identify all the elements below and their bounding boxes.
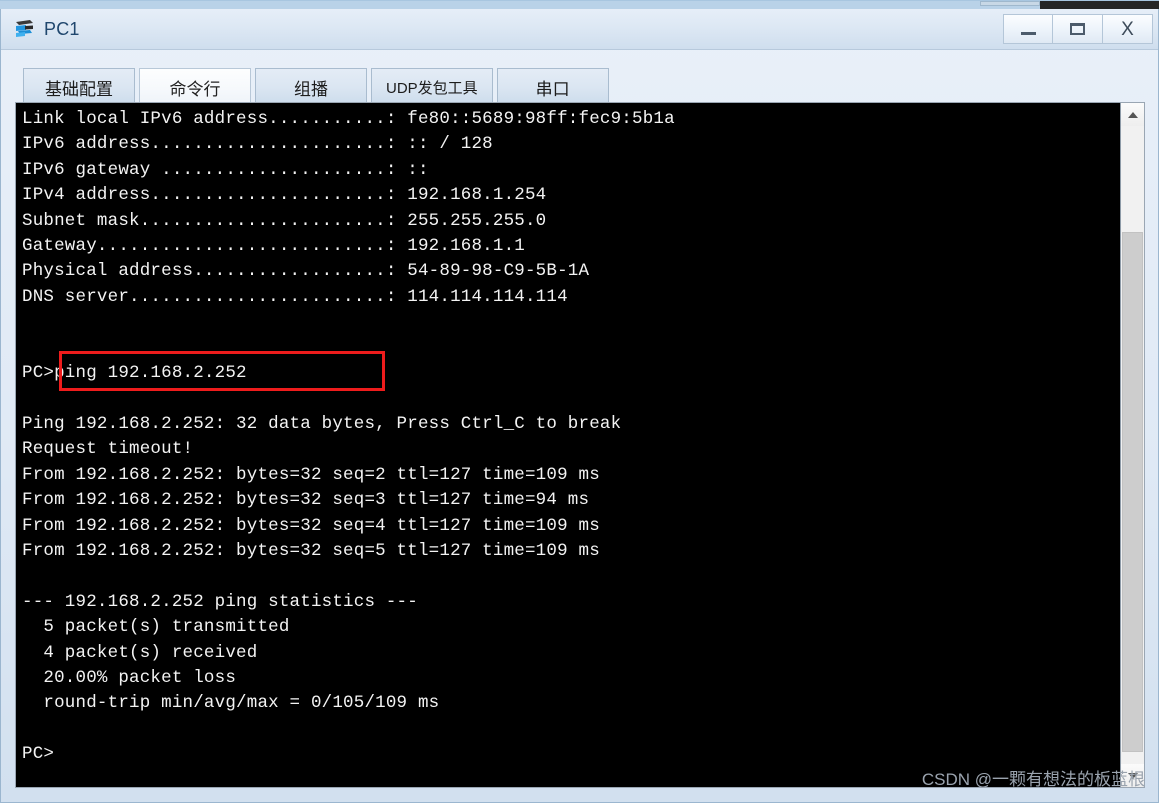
window-title-group: PC1 <box>13 17 80 41</box>
parent-window-strip <box>0 0 1159 10</box>
scrollbar-track[interactable] <box>1121 126 1144 764</box>
tab-label: UDP发包工具 <box>386 79 478 97</box>
window-titlebar: PC1 X <box>1 9 1158 50</box>
chevron-up-icon <box>1127 111 1138 118</box>
window-title: PC1 <box>44 18 80 39</box>
terminal-scrollbar[interactable] <box>1120 103 1144 787</box>
tabbar: 基础配置 命令行 组播 UDP发包工具 串口 <box>1 50 1158 105</box>
terminal-output[interactable]: Link local IPv6 address...........: fe80… <box>16 103 1120 787</box>
tab-label: 串口 <box>535 79 570 99</box>
screen-root: PC1 X 基础配置 命令行 组播 UDP发包工具 串口 Link local … <box>0 0 1159 803</box>
tab-basic-config[interactable]: 基础配置 <box>23 68 135 105</box>
watermark-text: CSDN @一颗有想法的板蓝根 <box>921 770 1145 789</box>
tab-list: 基础配置 命令行 组播 UDP发包工具 串口 <box>23 68 613 105</box>
minimize-icon <box>1020 32 1036 35</box>
tab-command-line[interactable]: 命令行 <box>139 68 251 105</box>
terminal-text: Link local IPv6 address...........: fe80… <box>22 109 675 765</box>
tab-multicast[interactable]: 组播 <box>255 68 367 105</box>
window-controls: X <box>1003 14 1153 44</box>
close-icon: X <box>1121 18 1134 40</box>
tab-serial-port[interactable]: 串口 <box>496 68 609 105</box>
tab-udp-packet-tool[interactable]: UDP发包工具 <box>371 68 493 105</box>
tab-label: 组播 <box>294 79 328 99</box>
terminal-frame: Link local IPv6 address...........: fe80… <box>15 102 1145 788</box>
maximize-button[interactable] <box>1053 14 1103 44</box>
tab-label: 基础配置 <box>45 79 113 99</box>
device-pc-icon <box>13 17 37 41</box>
scrollbar-thumb[interactable] <box>1122 232 1143 752</box>
pc1-window: PC1 X 基础配置 命令行 组播 UDP发包工具 串口 Link local … <box>0 9 1159 803</box>
minimize-button[interactable] <box>1003 14 1053 44</box>
scroll-up-button[interactable] <box>1121 103 1144 126</box>
maximize-icon <box>1070 23 1085 35</box>
tab-label: 命令行 <box>169 79 221 99</box>
parent-window-widget <box>980 1 1040 6</box>
close-button[interactable]: X <box>1103 14 1153 44</box>
